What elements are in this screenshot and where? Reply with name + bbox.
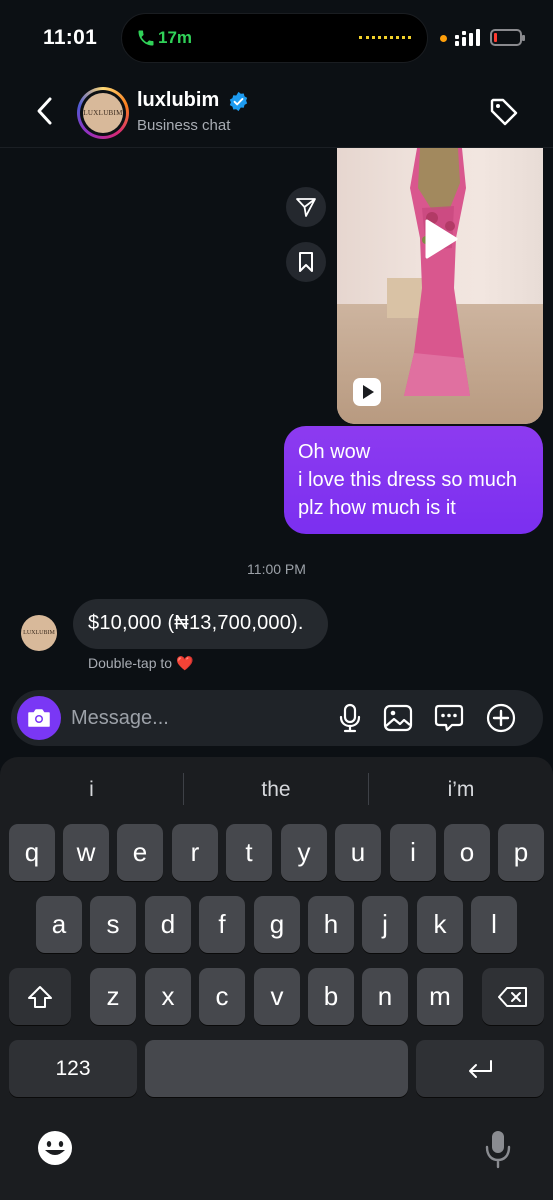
key-t[interactable]: t xyxy=(226,824,272,881)
key-v[interactable]: v xyxy=(254,968,300,1025)
double-tap-hint: Double-tap to ❤️ xyxy=(88,655,194,671)
shift-icon xyxy=(28,985,52,1008)
return-key[interactable] xyxy=(416,1040,544,1097)
status-time: 11:01 xyxy=(43,26,98,49)
keyboard: i the i’m q w e r t y u i o p a s d f g … xyxy=(0,757,553,1200)
key-y[interactable]: y xyxy=(281,824,327,881)
key-e[interactable]: e xyxy=(117,824,163,881)
play-icon[interactable] xyxy=(423,218,459,260)
camera-button[interactable] xyxy=(17,696,61,740)
shift-key[interactable] xyxy=(9,968,71,1025)
emoji-icon[interactable] xyxy=(36,1129,74,1167)
signal-icon xyxy=(455,29,480,46)
bookmark-icon xyxy=(299,252,313,272)
suggestion-1[interactable]: i xyxy=(0,775,183,805)
incoming-message[interactable]: $10,000 (₦13,700,000). xyxy=(73,599,328,649)
tag-icon[interactable] xyxy=(488,96,520,128)
key-n[interactable]: n xyxy=(362,968,408,1025)
save-button[interactable] xyxy=(286,242,326,282)
status-bar: 11:01 17m xyxy=(0,0,553,76)
key-q[interactable]: q xyxy=(9,824,55,881)
key-a[interactable]: a xyxy=(36,896,82,953)
key-o[interactable]: o xyxy=(444,824,490,881)
share-icon xyxy=(296,198,316,217)
key-b[interactable]: b xyxy=(308,968,354,1025)
key-r[interactable]: r xyxy=(172,824,218,881)
message-composer xyxy=(11,690,543,746)
call-duration: 17m xyxy=(158,28,193,47)
key-c[interactable]: c xyxy=(199,968,245,1025)
key-z[interactable]: z xyxy=(90,968,136,1025)
key-x[interactable]: x xyxy=(145,968,191,1025)
delete-key[interactable] xyxy=(482,968,544,1025)
chat-username[interactable]: luxlubim xyxy=(137,89,219,112)
message-line: plz how much is it xyxy=(298,497,456,519)
plus-circle-icon[interactable] xyxy=(485,702,517,734)
key-j[interactable]: j xyxy=(362,896,408,953)
sender-avatar[interactable]: LUXLUBIM xyxy=(21,615,57,651)
microphone-icon[interactable] xyxy=(334,702,366,734)
key-s[interactable]: s xyxy=(90,896,136,953)
avatar-logo: LUXLUBIM xyxy=(83,93,123,133)
video-message[interactable] xyxy=(337,148,543,424)
battery-level xyxy=(494,33,497,42)
camera-icon xyxy=(28,709,50,727)
message-input[interactable] xyxy=(71,704,271,732)
chat-subtitle: Business chat xyxy=(137,117,231,134)
key-l[interactable]: l xyxy=(471,896,517,953)
key-d[interactable]: d xyxy=(145,896,191,953)
key-m[interactable]: m xyxy=(417,968,463,1025)
battery-low-icon xyxy=(490,29,525,46)
key-g[interactable]: g xyxy=(254,896,300,953)
reels-icon xyxy=(353,378,381,406)
key-h[interactable]: h xyxy=(308,896,354,953)
chat-bubble-icon[interactable] xyxy=(433,702,465,734)
chat-header: LUXLUBIM luxlubim Business chat xyxy=(0,76,553,148)
microphone-icon[interactable] xyxy=(484,1129,512,1169)
key-k[interactable]: k xyxy=(417,896,463,953)
verified-badge-icon xyxy=(229,91,248,112)
phone-icon xyxy=(138,30,154,46)
message-timestamp: 11:00 PM xyxy=(247,561,306,577)
suggestion-3[interactable]: i’m xyxy=(369,775,553,805)
dress-image xyxy=(404,148,470,396)
privacy-indicator xyxy=(440,35,447,42)
numbers-key[interactable]: 123 xyxy=(9,1040,137,1097)
share-button[interactable] xyxy=(286,187,326,227)
key-p[interactable]: p xyxy=(498,824,544,881)
suggestion-2[interactable]: the xyxy=(184,775,368,805)
image-icon[interactable] xyxy=(382,702,414,734)
message-text: $10,000 (₦13,700,000). xyxy=(88,612,304,634)
message-line: Oh wow xyxy=(298,441,371,463)
dynamic-island-call[interactable]: 17m xyxy=(121,13,428,63)
return-icon xyxy=(469,1059,492,1078)
chevron-left-icon[interactable] xyxy=(30,94,60,128)
key-u[interactable]: u xyxy=(335,824,381,881)
key-i[interactable]: i xyxy=(390,824,436,881)
key-w[interactable]: w xyxy=(63,824,109,881)
audio-wave xyxy=(359,36,411,42)
space-key[interactable] xyxy=(145,1040,408,1097)
backspace-icon xyxy=(498,986,527,1007)
avatar[interactable]: LUXLUBIM xyxy=(77,87,129,139)
message-line: i love this dress so much xyxy=(298,469,517,491)
key-f[interactable]: f xyxy=(199,896,245,953)
outgoing-message[interactable]: Oh wow i love this dress so much plz how… xyxy=(284,426,543,534)
